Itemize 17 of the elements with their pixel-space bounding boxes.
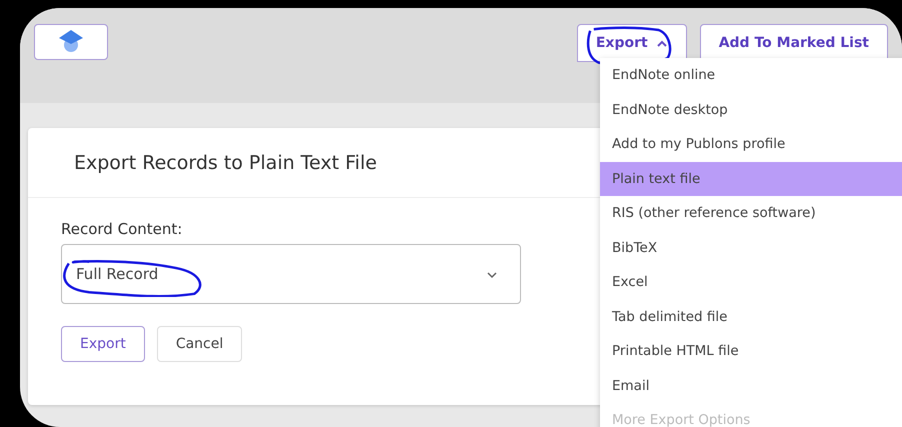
menu-item[interactable]: Excel bbox=[600, 265, 902, 300]
caret-icon bbox=[656, 39, 668, 47]
menu-item[interactable]: Add to my Publons profile bbox=[600, 127, 902, 162]
field-label: Record Content: bbox=[61, 220, 184, 238]
export-button[interactable]: Export bbox=[61, 326, 145, 362]
logo-button[interactable] bbox=[34, 24, 108, 60]
record-content-dropdown[interactable]: Full Record bbox=[61, 244, 521, 304]
graduation-cap-icon bbox=[58, 29, 84, 55]
cancel-button[interactable]: Cancel bbox=[156, 326, 242, 362]
menu-item[interactable]: BibTeX bbox=[600, 230, 902, 265]
menu-item[interactable]: Email bbox=[600, 368, 902, 403]
menu-item[interactable]: RIS (other reference software) bbox=[600, 196, 902, 230]
chevron-down-icon bbox=[486, 271, 498, 279]
menu-item[interactable]: Tab delimited file bbox=[600, 300, 902, 334]
menu-item[interactable]: Printable HTML file bbox=[600, 334, 902, 368]
menu-item[interactable]: Plain text file bbox=[600, 162, 902, 196]
menu-item[interactable]: EndNote desktop bbox=[600, 92, 902, 127]
